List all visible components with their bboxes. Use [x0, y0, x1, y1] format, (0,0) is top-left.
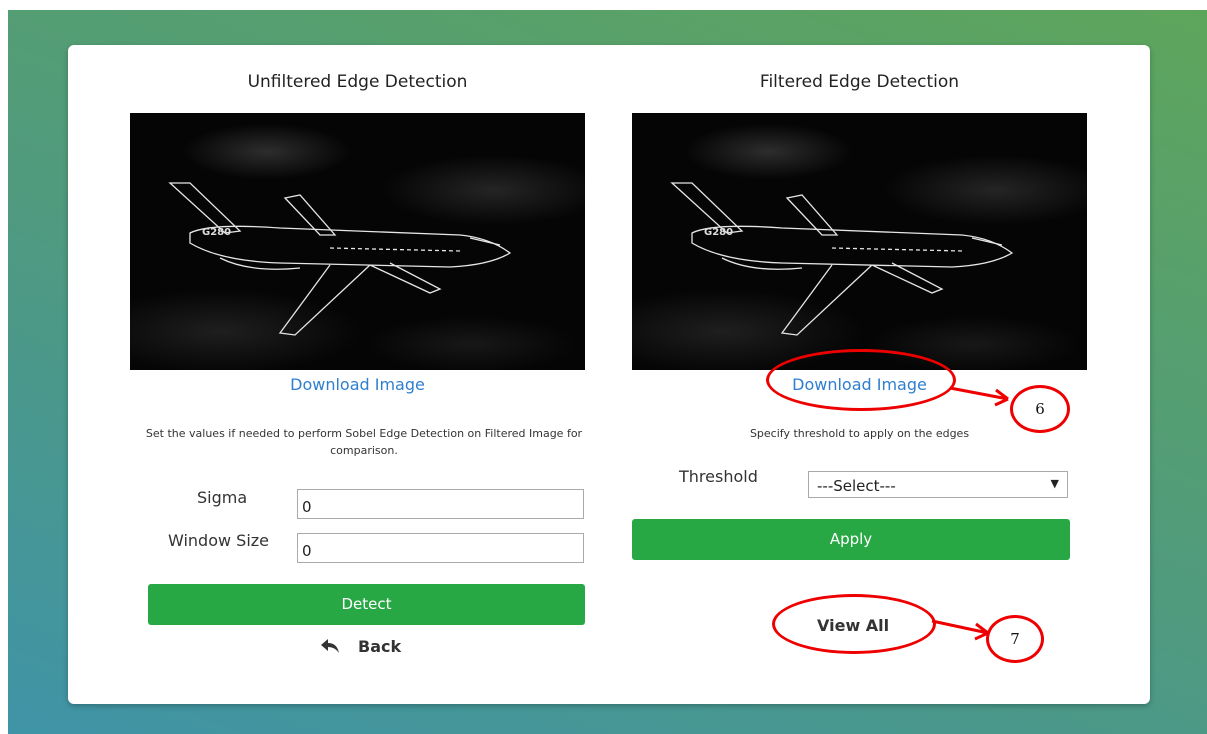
apply-button[interactable]: Apply [632, 519, 1070, 560]
threshold-select[interactable]: ---Select--- ▼ [808, 471, 1068, 498]
plane-marking-text: G280 [202, 227, 231, 238]
left-panel-title: Unfiltered Edge Detection [247, 72, 468, 92]
plane-edge-drawing-filtered: G280 [670, 182, 1014, 336]
window-size-label: Window Size [168, 531, 270, 550]
view-all-link[interactable]: View All [817, 616, 889, 635]
annotation-arrow-7 [931, 619, 989, 641]
right-hint-text: Specify threshold to apply on the edges [749, 427, 970, 440]
window-size-input[interactable] [297, 533, 584, 563]
sigma-label: Sigma [197, 488, 248, 507]
left-hint-text: Set the values if needed to perform Sobe… [145, 427, 583, 457]
unfiltered-edge-image: G280 [130, 113, 585, 370]
main-card: Unfiltered Edge Detection G280 Download … [68, 45, 1150, 704]
reply-arrow-icon [321, 639, 339, 653]
plane-marking-text-filtered: G280 [704, 227, 733, 238]
filtered-edge-image: G280 [632, 113, 1087, 370]
back-label: Back [358, 637, 402, 656]
threshold-selected-value: ---Select--- [817, 477, 896, 495]
plane-edge-drawing: G280 [168, 182, 512, 336]
right-panel-title: Filtered Edge Detection [759, 72, 960, 92]
caret-down-icon: ▼ [1050, 477, 1059, 490]
sigma-input[interactable] [297, 489, 584, 519]
annotation-arrow-6 [949, 386, 1009, 407]
left-download-image-link[interactable]: Download Image [130, 375, 585, 394]
threshold-label: Threshold [679, 467, 758, 486]
detect-button[interactable]: Detect [148, 584, 585, 625]
